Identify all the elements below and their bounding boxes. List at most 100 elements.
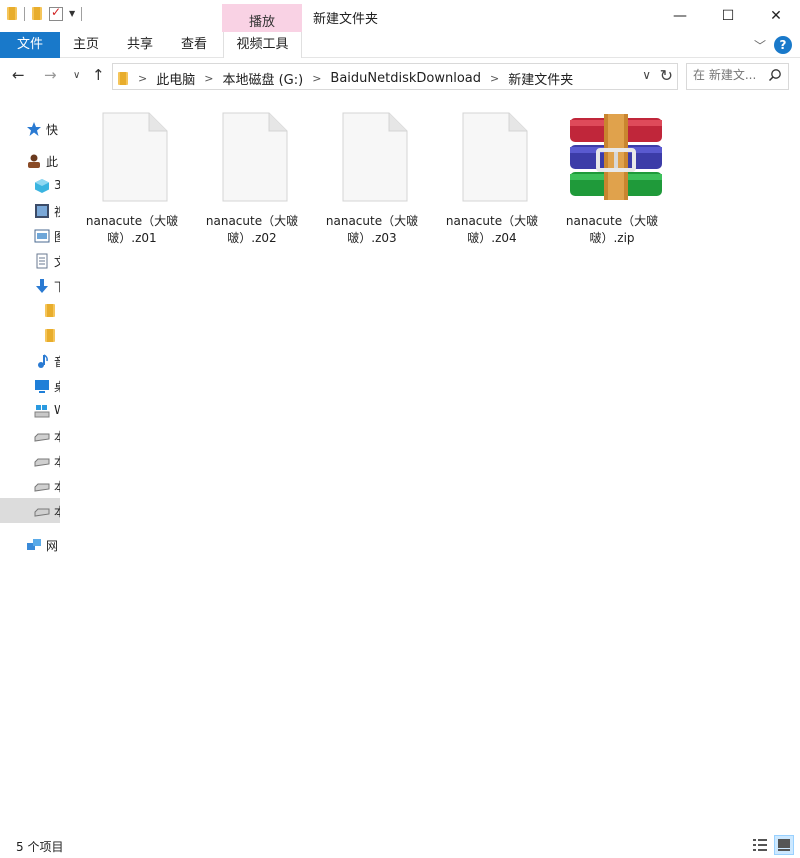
drive-icon <box>34 433 50 442</box>
help-icon[interactable]: ? <box>774 36 792 54</box>
sidebar-item-downloads[interactable]: 下 <box>0 273 60 298</box>
back-arrow-icon[interactable]: ← <box>12 66 25 84</box>
music-icon <box>38 354 48 368</box>
file-name-line: nanacute（大啵 <box>85 214 179 228</box>
file-name: nanacute（大啵 啵）.z03 <box>318 213 426 247</box>
contextual-tab-label: 播放 <box>248 15 275 30</box>
caption-buttons: — ☐ ✕ <box>656 0 800 32</box>
search-box[interactable] <box>686 63 789 90</box>
network-icon <box>27 539 41 550</box>
separator <box>24 6 25 21</box>
breadcrumb-baidu[interactable]: BaiduNetdiskDownload <box>330 71 481 86</box>
document-icon <box>36 253 48 269</box>
maximize-button[interactable]: ☐ <box>704 0 752 32</box>
tab-video-tools[interactable]: 视频工具 <box>223 32 302 58</box>
file-name: nanacute（大啵 啵）.z02 <box>198 213 306 247</box>
video-icon <box>35 204 49 218</box>
navigation-bar: ← → ∨ ↑ > 此电脑 > 本地磁盘 (G:) > BaiduNetdisk… <box>0 60 800 92</box>
file-name-line: nanacute（大啵 <box>445 214 539 228</box>
sidebar-item-label: 图 <box>54 228 60 245</box>
tab-share[interactable]: 共享 <box>114 32 166 58</box>
sidebar-item-label: 此 <box>46 155 59 169</box>
quick-access-toolbar: ▼ <box>6 5 83 21</box>
minimize-button[interactable]: — <box>656 0 704 32</box>
file-name-line: 啵）.zip <box>589 231 635 245</box>
search-input[interactable] <box>693 68 765 82</box>
file-name-line: 啵）.z03 <box>347 231 397 245</box>
refresh-icon[interactable]: ↻ <box>660 66 673 85</box>
tab-home[interactable]: 主页 <box>60 32 112 58</box>
file-name: nanacute（大啵 啵）.zip <box>558 213 666 247</box>
sidebar-item-3d-objects[interactable]: 3 <box>0 173 60 198</box>
sidebar-item-this-pc[interactable]: 此 <box>0 148 60 173</box>
sidebar-item-label: 本 <box>54 478 60 495</box>
sidebar-item-videos[interactable]: 视 <box>0 198 60 223</box>
winrar-archive-icon <box>570 114 662 200</box>
file-name-line: 啵）.z01 <box>107 231 157 245</box>
customize-toolbar-icon[interactable]: ▼ <box>69 9 75 18</box>
sidebar-item-drive-3[interactable]: 本 <box>0 473 60 498</box>
file-item-zip[interactable]: nanacute（大啵 啵）.zip <box>558 108 666 248</box>
file-name-line: nanacute（大啵 <box>565 214 659 228</box>
desktop-icon <box>35 380 49 393</box>
sidebar-item-windows-drive[interactable]: W <box>0 398 60 423</box>
sidebar-item-label: 本 <box>54 428 60 445</box>
breadcrumb: > 此电脑 > 本地磁盘 (G:) > BaiduNetdiskDownload… <box>117 69 573 88</box>
sidebar-item-drive-2[interactable]: 本 <box>0 448 60 473</box>
sidebar-item-label: W <box>54 403 60 417</box>
properties-icon[interactable] <box>49 5 63 21</box>
file-item-z03[interactable]: nanacute（大啵 啵）.z03 <box>318 108 426 248</box>
sidebar-item-documents[interactable]: 文 <box>0 248 60 273</box>
separator <box>81 6 83 21</box>
sidebar-item-label: 视 <box>54 203 60 220</box>
details-view-icon <box>753 839 767 851</box>
up-arrow-icon[interactable]: ↑ <box>92 66 105 84</box>
breadcrumb-current-folder[interactable]: 新建文件夹 <box>508 69 573 88</box>
sidebar-item-pictures[interactable]: 图 <box>0 223 60 248</box>
tab-view[interactable]: 查看 <box>168 32 220 58</box>
address-bar[interactable]: > 此电脑 > 本地磁盘 (G:) > BaiduNetdiskDownload… <box>112 63 678 90</box>
file-name: nanacute（大啵 啵）.z04 <box>438 213 546 247</box>
sidebar-item-desktop[interactable]: 桌 <box>0 373 60 398</box>
tab-file[interactable]: 文件 <box>0 32 60 58</box>
search-icon[interactable] <box>768 68 782 82</box>
address-dropdown-icon[interactable]: ∨ <box>642 68 651 82</box>
chevron-right-icon[interactable]: > <box>204 72 213 85</box>
drive-icon <box>34 508 50 517</box>
folder-icon <box>6 6 18 21</box>
chevron-right-icon[interactable]: > <box>490 72 499 85</box>
contextual-tab-header[interactable]: 播放 <box>222 4 302 32</box>
recent-locations-icon[interactable]: ∨ <box>73 70 80 81</box>
file-name-line: 啵）.z04 <box>467 231 517 245</box>
blank-file-icon <box>102 112 168 202</box>
sidebar-item-label: 下 <box>54 278 60 295</box>
sidebar-item-label: 快 <box>46 123 59 137</box>
folder-icon <box>44 303 60 319</box>
sidebar-item-quick-access[interactable]: 快 <box>0 116 60 141</box>
forward-arrow-icon[interactable]: → <box>44 66 57 84</box>
windows-drive-icon <box>34 405 50 418</box>
close-button[interactable]: ✕ <box>752 0 800 32</box>
sidebar-item-drive-1[interactable]: 本 <box>0 423 60 448</box>
breadcrumb-drive[interactable]: 本地磁盘 (G:) <box>222 69 303 88</box>
details-view-button[interactable] <box>750 835 770 855</box>
sidebar-item-network[interactable]: 网 <box>0 532 60 557</box>
file-name-line: nanacute（大啵 <box>325 214 419 228</box>
breadcrumb-this-pc[interactable]: 此电脑 <box>156 69 195 88</box>
blank-file-icon <box>222 112 288 202</box>
chevron-right-icon[interactable]: > <box>312 72 321 85</box>
sidebar-item-music[interactable]: 音 <box>0 348 60 373</box>
expand-ribbon-icon[interactable]: ﹀ <box>754 37 766 54</box>
sidebar-item-folder-1[interactable] <box>0 298 60 323</box>
chevron-right-icon[interactable]: > <box>138 72 147 85</box>
download-icon <box>36 279 48 293</box>
sidebar-item-drive-g[interactable]: 本 <box>0 498 60 523</box>
file-item-z01[interactable]: nanacute（大啵 啵）.z01 <box>78 108 186 248</box>
file-item-z04[interactable]: nanacute（大啵 啵）.z04 <box>438 108 546 248</box>
sidebar-item-folder-2[interactable] <box>0 323 60 348</box>
new-folder-icon[interactable] <box>31 6 43 21</box>
file-item-z02[interactable]: nanacute（大啵 啵）.z02 <box>198 108 306 248</box>
large-icons-view-button[interactable] <box>774 835 794 855</box>
sidebar-item-label: 桌 <box>54 378 60 395</box>
large-icons-view-icon <box>778 839 790 851</box>
